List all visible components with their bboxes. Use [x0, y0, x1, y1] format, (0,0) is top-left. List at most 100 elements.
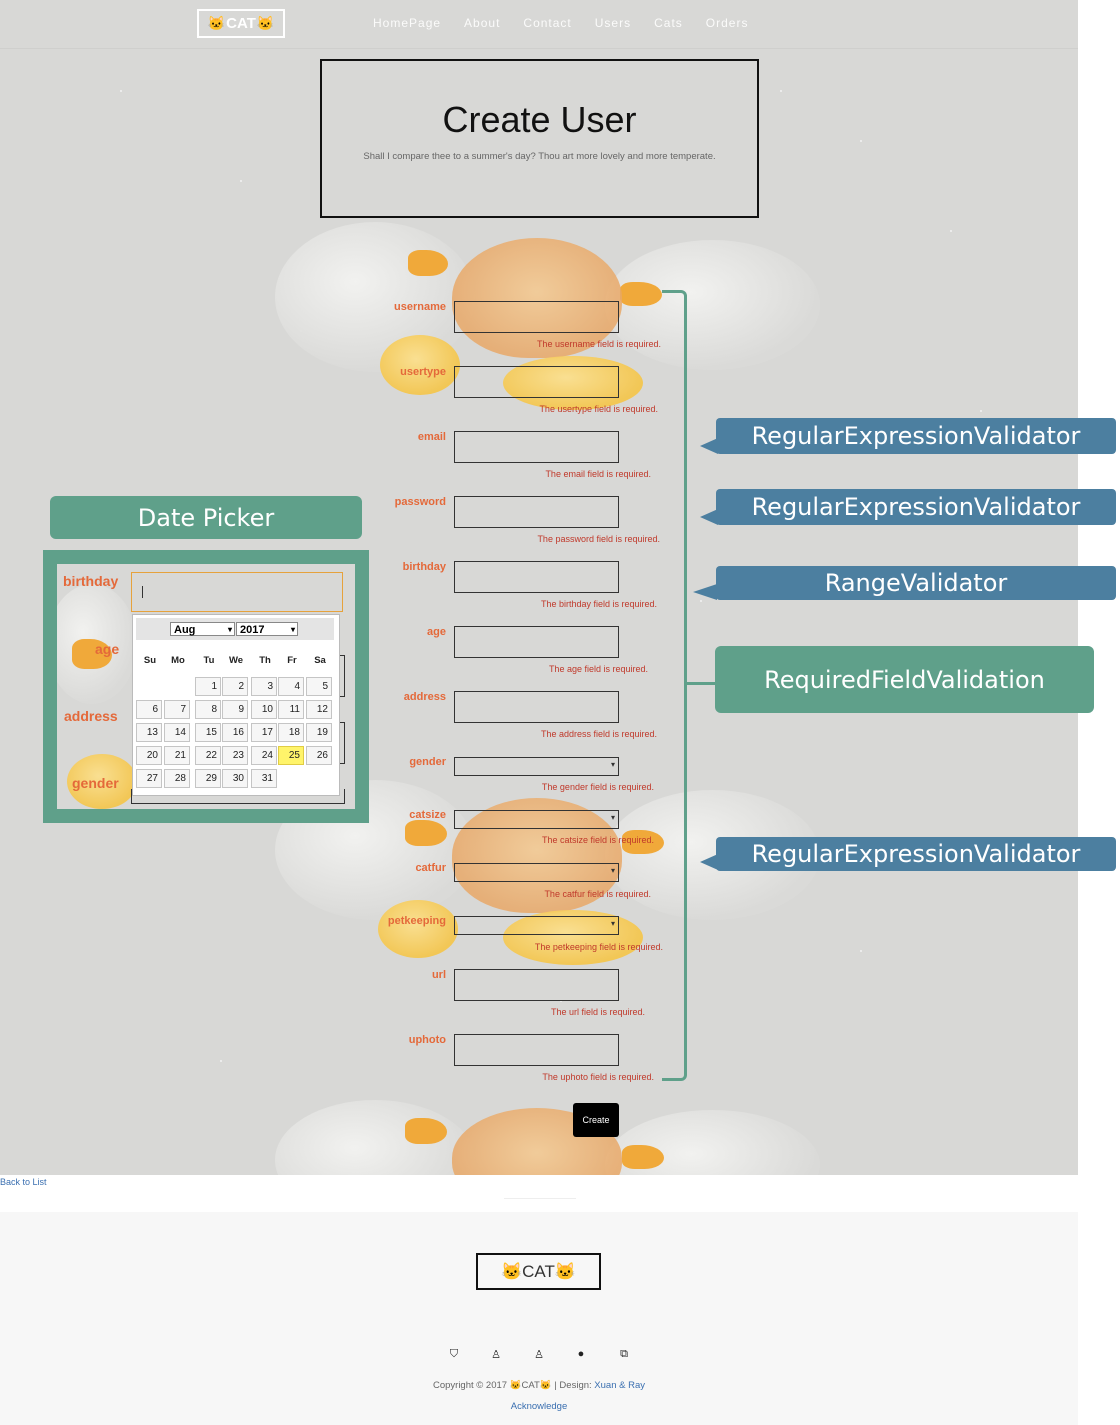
- calendar-day[interactable]: 13: [136, 723, 162, 742]
- dp-label-address: address: [64, 708, 118, 724]
- create-button[interactable]: Create: [573, 1103, 619, 1137]
- email-input[interactable]: [454, 431, 619, 463]
- validator-bracket: [662, 290, 687, 1081]
- nav-users[interactable]: Users: [595, 16, 631, 30]
- password-input[interactable]: [454, 496, 619, 528]
- calendar-day[interactable]: 4: [278, 677, 304, 696]
- month-select[interactable]: Aug: [170, 622, 235, 637]
- gender-error: The gender field is required.: [541, 782, 654, 792]
- catfur-select[interactable]: [454, 863, 619, 882]
- age-input[interactable]: [454, 626, 619, 658]
- dp-label-age: age: [95, 641, 120, 657]
- calendar-day[interactable]: 24: [251, 746, 277, 765]
- calendar-day[interactable]: 7: [164, 700, 190, 719]
- url-error: The url field is required.: [550, 1007, 645, 1017]
- copyright-prefix: Copyright © 2017: [432, 1380, 508, 1391]
- page-subtitle: Shall I compare thee to a summer's day? …: [363, 151, 716, 162]
- petkeeping-error: The petkeeping field is required.: [534, 942, 663, 952]
- petkeeping-select[interactable]: [454, 916, 619, 935]
- footer-brand-logo[interactable]: 🐱 CAT 🐱: [476, 1253, 601, 1290]
- person-icon[interactable]: ♙: [532, 1348, 546, 1361]
- calendar-day[interactable]: 30: [222, 769, 248, 788]
- copyright-brand: CAT: [521, 1380, 540, 1391]
- calendar-day[interactable]: 26: [306, 746, 332, 765]
- github-icon[interactable]: ●: [574, 1348, 588, 1360]
- calendar-day[interactable]: 8: [195, 700, 221, 719]
- uphoto-input[interactable]: [454, 1034, 619, 1066]
- calendar-day[interactable]: 31: [251, 769, 277, 788]
- calendar-day[interactable]: 10: [251, 700, 277, 719]
- calendar-day[interactable]: 27: [136, 769, 162, 788]
- copy-icon[interactable]: ⧉: [617, 1348, 631, 1361]
- catsize-select[interactable]: [454, 810, 619, 829]
- chick-illustration: [380, 335, 460, 395]
- usertype-input[interactable]: [454, 366, 619, 398]
- calendar-day[interactable]: 23: [222, 746, 248, 765]
- copyright-line: Copyright © 2017 🐱CAT🐱 | Design: Xuan & …: [0, 1380, 1078, 1391]
- cat-face-icon: 🐱: [207, 15, 226, 31]
- calendar-day[interactable]: 1: [195, 677, 221, 696]
- main-nav: HomePage About Contact Users Cats Orders: [373, 16, 748, 30]
- hero-box: Create User Shall I compare thee to a su…: [320, 59, 759, 218]
- birthday-input[interactable]: [454, 561, 619, 593]
- footer: 🐱 CAT 🐱 ⛉ ♙ ♙ ● ⧉ Copyright © 2017 🐱CAT🐱 |…: [0, 1212, 1078, 1425]
- calendar-popup: Aug 2017 SuMoTuWeThFrSa 1234567891011121…: [132, 614, 340, 796]
- nav-homepage[interactable]: HomePage: [373, 16, 441, 30]
- calendar-day[interactable]: 19: [306, 723, 332, 742]
- weekday-label: Mo: [171, 655, 185, 666]
- calendar-header: Aug 2017: [136, 618, 334, 640]
- url-input[interactable]: [454, 969, 619, 1001]
- field-label-petkeeping: petkeeping: [387, 915, 446, 927]
- calendar-day[interactable]: 9: [222, 700, 248, 719]
- page-title: Create User: [442, 99, 637, 140]
- field-label-address: address: [403, 691, 446, 703]
- person-icon[interactable]: ♙: [489, 1348, 503, 1361]
- calendar-day-selected[interactable]: 25: [278, 746, 304, 765]
- calendar-day[interactable]: 16: [222, 723, 248, 742]
- weekday-label: Tu: [203, 655, 215, 666]
- field-label-uphoto: uphoto: [408, 1034, 446, 1046]
- calendar-day[interactable]: 11: [278, 700, 304, 719]
- calendar-day[interactable]: 28: [164, 769, 190, 788]
- calendar-day[interactable]: 12: [306, 700, 332, 719]
- nav-about[interactable]: About: [464, 16, 500, 30]
- cat-face-icon: 🐱: [256, 15, 275, 31]
- back-to-list-link[interactable]: Back to List: [0, 1177, 47, 1187]
- gender-select[interactable]: [454, 757, 619, 776]
- acknowledge-link[interactable]: Acknowledge: [0, 1401, 1078, 1412]
- uphoto-error: The uphoto field is required.: [542, 1072, 654, 1082]
- nav-orders[interactable]: Orders: [706, 16, 749, 30]
- calendar-day[interactable]: 22: [195, 746, 221, 765]
- calendar-day[interactable]: 21: [164, 746, 190, 765]
- calendar-day[interactable]: 6: [136, 700, 162, 719]
- calendar-day[interactable]: 3: [251, 677, 277, 696]
- weekday-label: Th: [259, 655, 271, 666]
- dp-label-birthday: birthday: [63, 573, 119, 589]
- address-input[interactable]: [454, 691, 619, 723]
- duck-illustration: [275, 1100, 475, 1175]
- calendar-day[interactable]: 29: [195, 769, 221, 788]
- calendar-day[interactable]: 2: [222, 677, 248, 696]
- calendar-day[interactable]: 5: [306, 677, 332, 696]
- calendar-day[interactable]: 20: [136, 746, 162, 765]
- field-label-email: email: [417, 431, 446, 443]
- weekday-label: Fr: [287, 655, 297, 666]
- calendar-day[interactable]: 15: [195, 723, 221, 742]
- nav-cats[interactable]: Cats: [654, 16, 683, 30]
- shield-icon[interactable]: ⛉: [447, 1348, 461, 1361]
- nav-contact[interactable]: Contact: [523, 16, 571, 30]
- brand-logo[interactable]: 🐱 CAT 🐱: [197, 9, 285, 38]
- callout-regex-url: RegularExpressionValidator: [716, 837, 1116, 871]
- year-select[interactable]: 2017: [236, 622, 298, 637]
- designers-link[interactable]: Xuan & Ray: [594, 1380, 645, 1391]
- catfur-error: The catfur field is required.: [544, 889, 651, 899]
- dp-label-gender: gender: [72, 775, 119, 791]
- calendar-day[interactable]: 18: [278, 723, 304, 742]
- username-input[interactable]: [454, 301, 619, 333]
- navbar: 🐱 CAT 🐱 HomePage About Contact Users Cat…: [0, 0, 1078, 49]
- birthday-datepicker-input[interactable]: [131, 572, 343, 612]
- usertype-error: The usertype field is required.: [539, 404, 658, 414]
- date-picker-preview: birthday age address gender Aug 2017 SuM…: [57, 564, 355, 809]
- calendar-day[interactable]: 17: [251, 723, 277, 742]
- calendar-day[interactable]: 14: [164, 723, 190, 742]
